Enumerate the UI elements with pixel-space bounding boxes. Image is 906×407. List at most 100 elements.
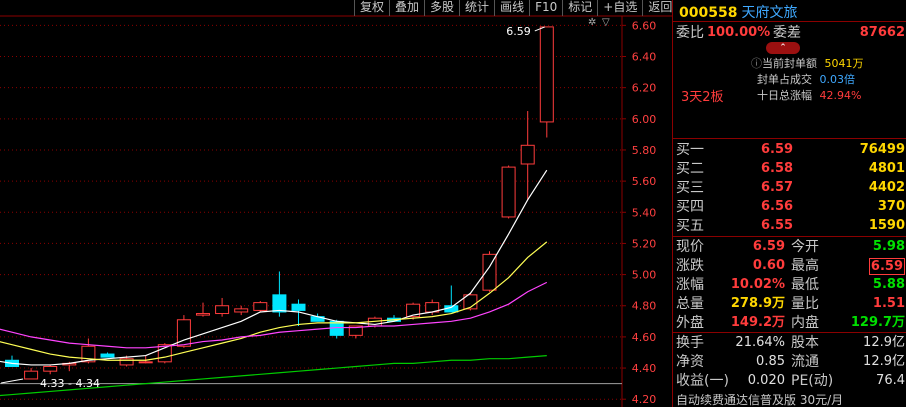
weibi-label: 委比 [676,25,704,41]
candle-body-down [100,353,115,358]
bid-price: 6.58 [761,161,794,176]
ten-day-row: 十日总涨幅 42.94% [757,89,861,103]
bid-price: 6.55 [761,218,794,233]
bid-volume: 4402 [868,180,905,195]
y-tick-label: 5.00 [632,269,657,282]
stat-value: 278.9万 [730,296,785,311]
stat-label: 量比 [791,296,819,312]
stat-value: 1.51 [872,296,905,311]
multi-stock-button[interactable]: 多股 [424,0,459,16]
seal-amount-label: 当前封单额 [762,57,817,70]
fund-label: 换手 [676,335,704,351]
y-tick-label: 4.60 [632,331,657,344]
fund-label: 流通 [791,354,819,370]
stat-row: 涨幅 10.02% 最低 5.88 [673,276,906,294]
bid-price: 6.56 [761,199,794,214]
weibi-value: 100.00% [707,25,771,40]
stock-code: 000558 [679,5,738,21]
ma5-line [0,169,548,366]
stock-name: 天府文旅 [741,5,798,21]
bid-row[interactable]: 买二 6.58 4801 [673,160,906,178]
fund-value: 12.9亿 [863,335,905,350]
draw-line-button[interactable]: 画线 [494,0,529,16]
candle-body-up [138,361,153,364]
y-tick-label: 4.40 [632,362,657,375]
low-pointer [1,378,24,384]
candle-body-down [291,303,306,311]
add-watchlist-button[interactable]: +自选 [597,0,642,16]
bid-volume: 76499 [859,142,905,157]
ma20-line [0,281,548,349]
stat-label: 外盘 [676,315,704,331]
status-bar[interactable]: 自动续费通达信普及版 30元/月 [673,394,906,407]
overlay-button[interactable]: 叠加 [389,0,424,16]
candle-body-up [196,313,210,316]
stat-value: 6.59 [752,239,785,254]
candle-body-up [539,26,554,123]
candle-body-up [215,305,230,315]
restore-rights-button[interactable]: 复权 [354,0,389,16]
fund-value: 12.9亿 [863,354,905,369]
chart-toolbar: 复权 叠加 多股 统计 画线 F10 标记 +自选 返回 [354,0,677,16]
y-tick-label: 6.60 [632,19,657,32]
bid-row[interactable]: 买四 6.56 370 [673,198,906,216]
weibi-row: 委比 100.00% 委差 87662 [673,24,906,42]
y-tick-label: 5.60 [632,175,657,188]
y-tick-label: 5.20 [632,237,657,250]
bid-price: 6.59 [761,142,794,157]
stat-value: 149.2万 [730,315,785,330]
fund-value: 76.4 [876,373,905,388]
fund-value: 0.020 [747,373,785,388]
seal-amount-value: 5041万 [824,57,864,70]
bid-label: 买一 [676,142,704,158]
stat-label: 内盘 [791,315,819,331]
stat-label: 涨幅 [676,277,704,293]
seal-amount-row: ⓘ当前封单额 5041万 [751,57,864,70]
high-price-label: 6.59 [506,25,531,38]
statistics-button[interactable]: 统计 [459,0,494,16]
candle-body-down [272,294,287,313]
bid-volume: 4801 [868,161,905,176]
divider [673,236,906,237]
bid-label: 买二 [676,161,704,177]
candle-body-up [24,370,39,380]
bid-label: 买四 [676,199,704,215]
fund-row: 净资 0.85 流通 12.9亿 [673,353,906,371]
stat-label: 最低 [791,277,819,293]
stat-value: 129.7万 [850,315,905,330]
bid-volume: 370 [877,199,905,214]
stat-value: 10.02% [730,277,785,292]
stock-header: 000558 天府文旅 [679,2,797,22]
kline-chart[interactable]: 6.60 6.40 6.20 6.00 5.80 5.60 5.40 5.20 5.00 4.80… [0,0,672,407]
stat-value: 5.98 [872,239,905,254]
fund-row: 换手 21.64% 股本 12.9亿 [673,334,906,352]
stat-label: 总量 [676,296,704,312]
collapse-triangle-icon[interactable]: ▽ [602,17,610,28]
stat-row: 总量 278.9万 量比 1.51 [673,295,906,313]
mark-button[interactable]: 标记 [562,0,597,16]
streak-badge: 3天2板 [681,90,724,105]
y-tick-label: 4.20 [632,393,657,406]
seal-ratio-value: 0.03倍 [819,73,856,86]
f10-button[interactable]: F10 [529,0,562,16]
fund-row: 收益(一) 0.020 PE(动) 76.4 [673,372,906,390]
y-tick-label: 6.40 [632,51,657,64]
weicha-value: 87662 [859,25,905,40]
candle-body-up [520,144,535,165]
bid-row[interactable]: 买一 6.59 76499 [673,141,906,159]
stat-row: 涨跌 0.60 最高 6.59 [673,257,906,275]
fund-label: 收益(一) [676,373,729,389]
low-price-label: 4.33 - 4.34 [40,377,100,390]
bid-row[interactable]: 买三 6.57 4402 [673,179,906,197]
fund-value: 21.64% [735,335,785,350]
ten-day-value: 42.94% [819,89,862,102]
expand-toggle-icon[interactable]: ⌃ [766,42,800,54]
stat-row: 外盘 149.2万 内盘 129.7万 [673,314,906,332]
settings-gear-icon[interactable]: ✲ [588,17,596,28]
y-tick-label: 6.00 [632,113,657,126]
y-tick-label: 4.80 [632,300,657,313]
bid-label: 买五 [676,218,704,234]
divider [673,21,906,22]
bid-row[interactable]: 买五 6.55 1590 [673,217,906,235]
weicha-label: 委差 [773,25,801,41]
